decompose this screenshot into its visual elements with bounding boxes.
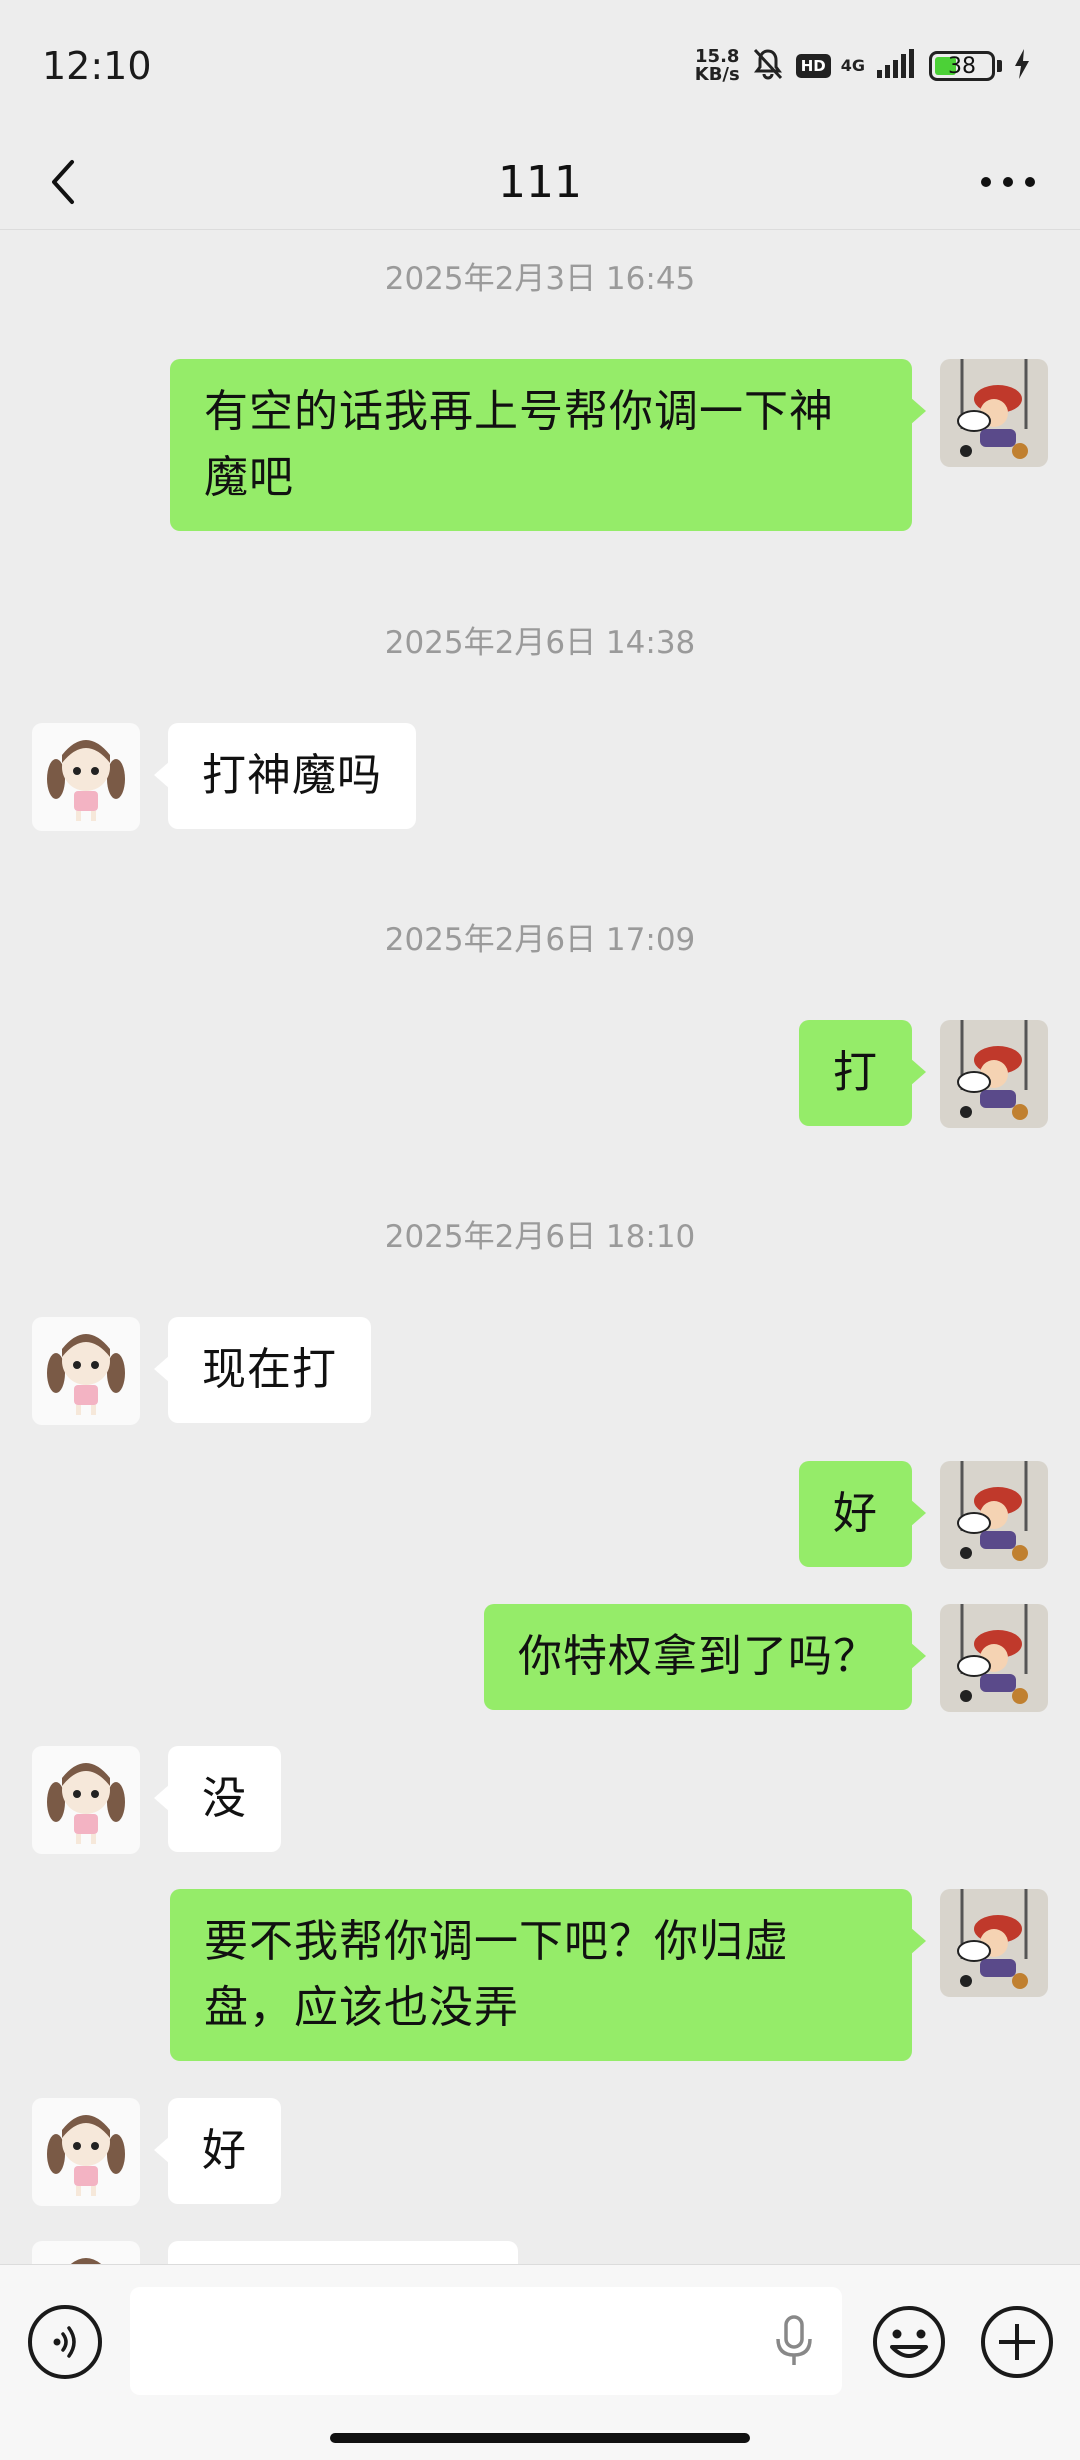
my-avatar[interactable] [940, 1604, 1048, 1712]
voice-toggle-button[interactable] [28, 2305, 102, 2379]
avatar-pilot-icon [940, 1020, 1048, 1128]
more-actions-button[interactable] [978, 2303, 1056, 2381]
message-bubble-incoming[interactable]: 没 [154, 1746, 281, 1852]
timestamp-text: 2025年2月3日 16:45 [384, 261, 696, 297]
my-avatar[interactable] [940, 1461, 1048, 1569]
chat-title: 111 [498, 157, 582, 208]
my-avatar[interactable] [940, 359, 1048, 467]
charging-icon [1012, 48, 1032, 84]
timestamp-text: 2025年2月6日 14:38 [384, 625, 696, 661]
message-input[interactable] [130, 2287, 842, 2395]
network-speed: 15.8 KB/s [695, 48, 740, 84]
timestamp: 2025年2月6日 18:10 [0, 1211, 1080, 1256]
more-dots-icon [981, 177, 1035, 187]
status-time: 12:10 [42, 44, 152, 88]
my-avatar[interactable] [940, 1889, 1048, 1997]
hd-badge: HD [795, 54, 831, 78]
message-bubble-outgoing[interactable]: 要不我帮你调一下吧？你归虚盘，应该也没弄 [170, 1889, 926, 2061]
status-bar: 12:10 15.8 KB/s HD 4G 38 [0, 0, 1080, 135]
timestamp: 2025年2月3日 16:45 [0, 253, 1080, 298]
status-icons: 15.8 KB/s HD 4G 38 [695, 46, 1032, 86]
timestamp: 2025年2月6日 14:38 [0, 617, 1080, 662]
microphone-icon[interactable] [772, 2313, 816, 2369]
contact-avatar[interactable] [32, 2098, 140, 2206]
avatar-girl-icon [32, 2241, 140, 2264]
network-type: 4G [840, 56, 865, 75]
mute-bell-icon [750, 46, 786, 86]
chat-header: 111 [0, 135, 1080, 230]
input-bar [0, 2264, 1080, 2460]
avatar-girl-icon [32, 723, 140, 831]
avatar-pilot-icon [940, 359, 1048, 467]
avatar-girl-icon [32, 1317, 140, 1425]
avatar-pilot-icon [940, 1889, 1048, 1997]
emoji-button[interactable] [870, 2303, 948, 2381]
avatar-girl-icon [32, 2098, 140, 2206]
contact-avatar[interactable] [32, 2241, 140, 2264]
voice-icon [53, 2326, 76, 2358]
message-bubble-outgoing[interactable]: 你特权拿到了吗？ [484, 1604, 926, 1710]
avatar-pilot-icon [940, 1461, 1048, 1569]
plus-icon [981, 2306, 1053, 2378]
timestamp: 2025年2月6日 17:09 [0, 914, 1080, 959]
contact-avatar[interactable] [32, 1746, 140, 1854]
network-speed-unit: KB/s [694, 64, 740, 85]
message-bubble-incoming[interactable]: 现在打 [154, 1317, 371, 1423]
avatar-pilot-icon [940, 1604, 1048, 1712]
contact-avatar[interactable] [32, 1317, 140, 1425]
battery-tip [997, 60, 1002, 72]
more-options-button[interactable] [972, 155, 1044, 209]
home-indicator[interactable] [330, 2433, 750, 2443]
message-bubble-outgoing[interactable]: 好 [799, 1461, 926, 1567]
emoji-icon [873, 2306, 945, 2378]
message-bubble-incoming[interactable]: 好 [154, 2098, 281, 2204]
my-avatar[interactable] [940, 1020, 1048, 1128]
battery-level: 38 [948, 53, 976, 79]
timestamp-text: 2025年2月6日 17:09 [384, 922, 696, 958]
message-bubble-incoming[interactable]: 打神魔吗 [154, 723, 416, 829]
message-bubble-outgoing[interactable]: 有空的话我再上号帮你调一下神魔吧 [170, 359, 926, 531]
signal-icon [875, 48, 919, 84]
contact-avatar[interactable] [32, 723, 140, 831]
message-bubble-incoming-partial[interactable] [168, 2241, 518, 2264]
message-bubble-outgoing[interactable]: 打 [799, 1020, 926, 1126]
avatar-girl-icon [32, 1746, 140, 1854]
message-list[interactable]: 2025年2月3日 16:45 有空的话我再上号帮你调一下神魔吧 2025年2月… [0, 231, 1080, 2264]
timestamp-text: 2025年2月6日 18:10 [384, 1219, 696, 1255]
battery-icon: 38 [929, 51, 995, 81]
